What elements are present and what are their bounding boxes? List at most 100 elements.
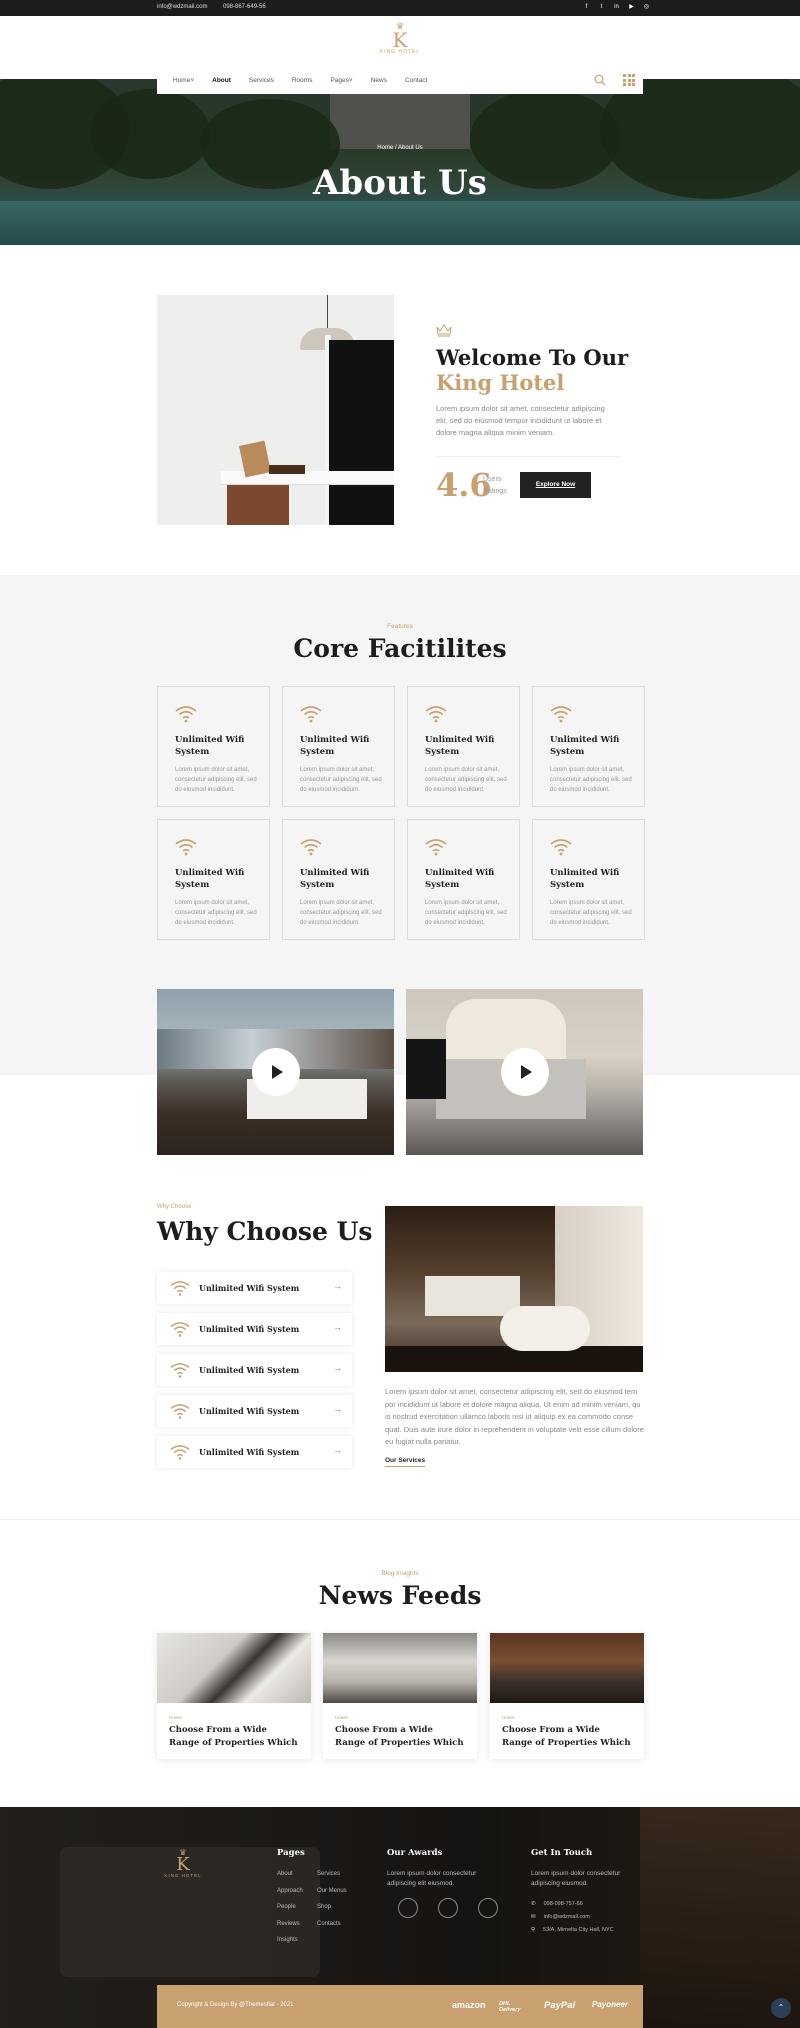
nav-pages[interactable]: Pages˅ [330,77,352,84]
footer-page-link[interactable]: Reviews [277,1921,300,1927]
footer-page-link[interactable]: Our Menus [317,1888,347,1894]
brand-dhl: DHL Delivery [499,2001,521,2013]
footer-email-value: info@wdzmail.com [543,1914,590,1920]
logo-name: KING HOTEL [379,49,421,55]
footer-page-link[interactable]: Services [317,1871,340,1877]
news-title[interactable]: Choose From a Wide Range of Properties W… [169,1724,299,1749]
wifi-icon [300,838,322,856]
nav-home[interactable]: Home˅ [173,77,194,84]
news-image[interactable] [157,1633,311,1703]
wifi-icon [425,838,447,856]
footer-page-link[interactable]: Contacts [317,1921,341,1927]
footer-logo[interactable]: ♛ K KING HOTEL [163,1849,203,1879]
youtube-icon[interactable]: ▶ [627,3,636,12]
footer-bottom-bar: Copyright & Design By @Themesflat - 2021… [157,1985,643,2028]
footer-page-link[interactable]: Shop [317,1904,331,1910]
news-image[interactable] [323,1633,477,1703]
arrow-right-icon: → [333,1445,342,1455]
footer-address-value: 53/A, Mirnelta City Hall, NYC [543,1927,614,1933]
explore-now-button[interactable]: Explore Now [520,472,591,498]
footer-page-link[interactable]: People [277,1904,296,1910]
arrow-right-icon: → [333,1404,342,1414]
footer-email[interactable]: ✉ info@wdzmail.com [531,1914,590,1920]
facility-card-title: Unlimited Wifi System [300,735,370,757]
news-tag[interactable]: Hotels [169,1715,182,1720]
news-card[interactable]: Hotels Choose From a Wide Range of Proper… [490,1633,644,1759]
why-item-label: Unlimited Wifi System [199,1324,300,1334]
wifi-icon [170,1362,190,1378]
nav-rooms[interactable]: Rooms [292,77,313,84]
room-video-2 [406,989,643,1155]
breadcrumb-home[interactable]: Home [377,145,393,151]
search-icon[interactable] [594,74,606,86]
chevron-down-icon: ˅ [348,77,353,84]
news-tag[interactable]: Hotels [335,1715,348,1720]
chevron-up-icon: ⌃ [777,2003,785,2012]
facility-card-title: Unlimited Wifi System [175,735,245,757]
footer-phone[interactable]: ✆ 098-098-757-66 [531,1901,583,1907]
twitter-icon[interactable]: t [597,3,606,12]
bathtub [500,1306,590,1351]
why-item-label: Unlimited Wifi System [199,1365,300,1375]
facility-card-desc: Lorem ipsum dolor sit amet, consectetur … [175,767,257,793]
main-nav: Home˅ About Services Rooms Pages˅ News C… [157,67,643,94]
why-item[interactable]: Unlimited Wifi System → [157,1354,352,1386]
hero-overlay [0,79,800,245]
nav-about[interactable]: About [212,77,231,84]
why-item[interactable]: Unlimited Wifi System → [157,1395,352,1427]
divider [436,456,621,457]
play-button[interactable] [252,1048,300,1096]
footer-logo-letter: K [176,1854,190,1875]
why-item[interactable]: Unlimited Wifi System → [157,1436,352,1468]
facility-card-title: Unlimited Wifi System [550,735,620,757]
phone-icon: ✆ [531,1901,536,1907]
site-logo[interactable]: ♛ K KING HOTEL [368,22,432,56]
topbar-email[interactable]: info@wdzmail.com [157,4,207,10]
news-title[interactable]: Choose From a Wide Range of Properties W… [502,1724,632,1749]
social-links: f t in ▶ ◎ [582,3,651,12]
why-eyebrow: Why Choose [157,1204,192,1210]
award-badge-icon [438,1898,458,1918]
instagram-icon[interactable]: ◎ [642,3,651,12]
facebook-icon[interactable]: f [582,3,591,12]
doorway [329,340,394,525]
welcome-title-line1: Welcome To Our [436,345,629,370]
headboard [446,999,566,1059]
nightstand [406,1039,446,1099]
facility-card-desc: Lorem ipsum dolor sit amet, consectetur … [550,767,632,793]
footer-page-link[interactable]: Approach [277,1888,303,1894]
play-button[interactable] [501,1048,549,1096]
section-divider [0,1519,800,1520]
news-image[interactable] [490,1633,644,1703]
footer-awards-text: Lorem ipsum dolor consectetur adipiscing… [387,1870,477,1887]
facility-card: Unlimited Wifi System Lorem ipsum dolor s… [157,686,270,807]
nav-contact[interactable]: Contact [405,77,427,84]
why-item[interactable]: Unlimited Wifi System → [157,1272,352,1304]
footer-page-link[interactable]: Insights [277,1937,298,1943]
news-tag[interactable]: Hotels [502,1715,515,1720]
footer-page-link[interactable]: About [277,1871,293,1877]
why-item[interactable]: Unlimited Wifi System → [157,1313,352,1345]
wifi-icon [175,838,197,856]
arrow-right-icon: → [333,1322,342,1332]
footer-contact-text: Lorem ipsum dolor consectetur adipiscing… [531,1870,621,1887]
our-services-link[interactable]: Our Services [385,1457,426,1467]
brand-payoneer: Payoneer [592,2000,629,2009]
topbar-phone[interactable]: 098-867-649-56 [223,4,266,10]
news-title[interactable]: Choose From a Wide Range of Properties W… [335,1724,465,1749]
menu-grid-icon[interactable] [623,74,635,86]
rating-label-ratings: Ratings [483,488,507,495]
news-card[interactable]: Hotels Choose From a Wide Range of Proper… [157,1633,311,1759]
news-title: News Feeds [318,1581,482,1610]
crown-icon [436,324,452,337]
news-card[interactable]: Hotels Choose From a Wide Range of Proper… [323,1633,477,1759]
nav-services[interactable]: Services [249,77,274,84]
scroll-to-top-button[interactable]: ⌃ [771,1998,791,2018]
brand-amazon: amazon [452,2000,486,2010]
rating-label-users: Users [483,476,502,483]
why-title: Why Choose Us [157,1217,373,1246]
breadcrumb: Home / About Us [360,145,440,151]
chevron-down-icon: ˅ [190,77,195,84]
nav-news[interactable]: News [371,77,387,84]
linkedin-icon[interactable]: in [612,3,621,12]
